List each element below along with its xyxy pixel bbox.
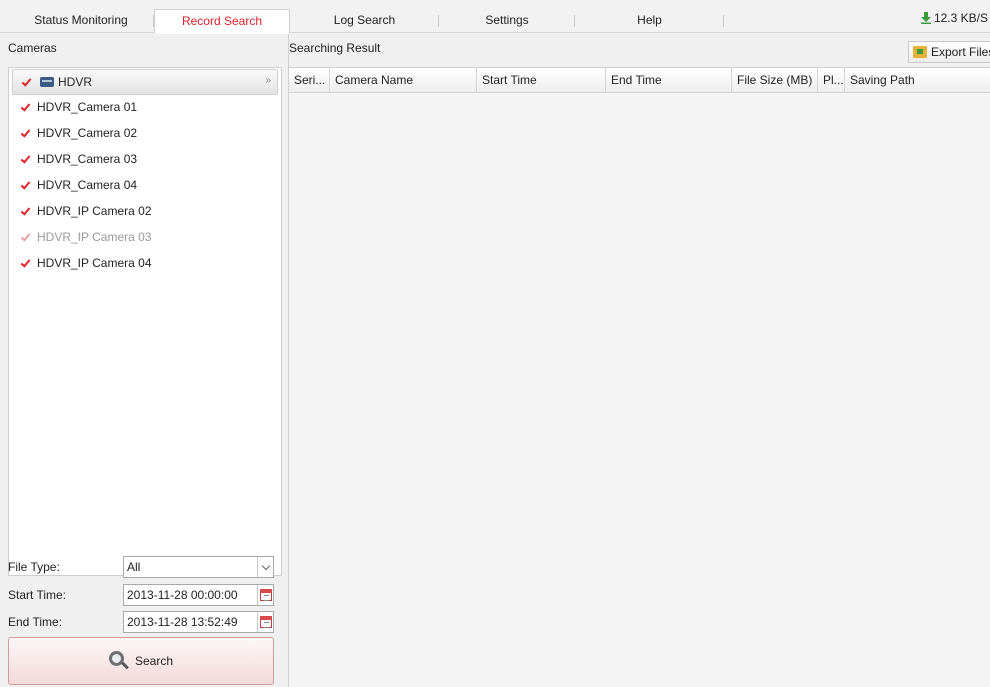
tab-settings[interactable]: Settings — [439, 9, 575, 33]
results-title: Searching Result — [289, 41, 381, 55]
tab-record-search[interactable]: Record Search — [154, 9, 290, 34]
column-start-time[interactable]: Start Time — [477, 68, 606, 93]
file-type-row: File Type: All — [8, 556, 274, 578]
results-panel: Searching Result Export Files Seri... Ca… — [288, 34, 990, 687]
camera-checkbox[interactable] — [20, 232, 31, 243]
camera-label: HDVR_Camera 01 — [37, 100, 138, 114]
camera-checkbox[interactable] — [20, 102, 31, 113]
column-saving-path[interactable]: Saving Path — [845, 68, 990, 93]
camera-label: HDVR_IP Camera 02 — [37, 204, 152, 218]
camera-item[interactable]: HDVR_Camera 01 — [20, 97, 137, 117]
camera-checkbox[interactable] — [20, 154, 31, 165]
start-time-row: Start Time: 2013-11-28 00:00:00 — [8, 584, 274, 606]
camera-checkbox[interactable] — [20, 128, 31, 139]
tab-status-monitoring[interactable]: Status Monitoring — [8, 9, 154, 33]
camera-item[interactable]: HDVR_IP Camera 04 — [20, 253, 152, 273]
camera-item[interactable]: HDVR_Camera 04 — [20, 175, 137, 195]
top-tab-bar: Status Monitoring Record Search Log Sear… — [0, 0, 990, 34]
camera-tree: HDVR » HDVR_Camera 01 HDVR_Camera 02 HDV… — [8, 67, 282, 576]
camera-checkbox[interactable] — [20, 180, 31, 191]
file-type-value: All — [127, 560, 141, 574]
main-tabs: Status Monitoring Record Search Log Sear… — [8, 9, 724, 34]
table-header: Seri... Camera Name Start Time End Time … — [289, 68, 990, 93]
download-arrow-icon — [920, 12, 931, 24]
camera-item[interactable]: HDVR_Camera 02 — [20, 123, 137, 143]
camera-label: HDVR_IP Camera 04 — [37, 256, 152, 270]
export-icon — [913, 46, 927, 58]
search-button[interactable]: Search — [8, 637, 274, 685]
camera-label: HDVR_Camera 03 — [37, 152, 138, 166]
end-time-row: End Time: 2013-11-28 13:52:49 — [8, 611, 274, 633]
dvr-device-icon — [40, 77, 54, 87]
camera-checkbox[interactable] — [20, 258, 31, 269]
calendar-icon[interactable] — [257, 585, 273, 605]
tab-help[interactable]: Help — [575, 9, 724, 33]
cameras-panel: Cameras HDVR » HDVR_Camera 01 HDVR_Camer… — [8, 34, 282, 687]
file-type-select[interactable]: All — [123, 556, 274, 578]
start-time-label: Start Time: — [8, 588, 67, 602]
column-playback[interactable]: Pl... — [818, 68, 845, 93]
column-serial[interactable]: Seri... — [289, 68, 330, 93]
camera-label: HDVR_Camera 04 — [37, 178, 138, 192]
cameras-title: Cameras — [8, 41, 57, 55]
end-time-field[interactable]: 2013-11-28 13:52:49 — [123, 611, 274, 633]
camera-item[interactable]: HDVR_IP Camera 02 — [20, 201, 152, 221]
column-camera-name[interactable]: Camera Name — [330, 68, 477, 93]
table-body — [289, 94, 990, 687]
export-label: Export Files — [931, 45, 990, 59]
camera-checkbox[interactable] — [20, 206, 31, 217]
device-group-hdvr[interactable]: HDVR » — [12, 69, 278, 95]
camera-label: HDVR_IP Camera 03 — [37, 230, 152, 244]
calendar-icon[interactable] — [257, 612, 273, 632]
tab-log-search[interactable]: Log Search — [290, 9, 439, 33]
end-time-label: End Time: — [8, 615, 63, 629]
file-type-label: File Type: — [8, 560, 60, 574]
search-label: Search — [134, 654, 174, 668]
start-time-value: 2013-11-28 00:00:00 — [127, 588, 238, 602]
collapse-chevron-icon[interactable]: » — [265, 75, 271, 86]
search-icon — [108, 651, 129, 671]
results-table: Seri... Camera Name Start Time End Time … — [289, 67, 990, 687]
network-speed: 12.3 KB/S — [920, 11, 988, 25]
speed-value: 12.3 KB/S — [933, 11, 988, 25]
camera-label: HDVR_Camera 02 — [37, 126, 138, 140]
camera-item-disabled[interactable]: HDVR_IP Camera 03 — [20, 227, 152, 247]
camera-item[interactable]: HDVR_Camera 03 — [20, 149, 137, 169]
dropdown-chevron-icon[interactable] — [257, 557, 273, 577]
group-checkbox[interactable] — [21, 77, 32, 88]
column-end-time[interactable]: End Time — [606, 68, 732, 93]
end-time-value: 2013-11-28 13:52:49 — [127, 615, 238, 629]
start-time-field[interactable]: 2013-11-28 00:00:00 — [123, 584, 274, 606]
column-file-size[interactable]: File Size (MB) — [732, 68, 818, 93]
export-files-button[interactable]: Export Files — [908, 41, 990, 63]
group-label: HDVR — [58, 75, 93, 89]
